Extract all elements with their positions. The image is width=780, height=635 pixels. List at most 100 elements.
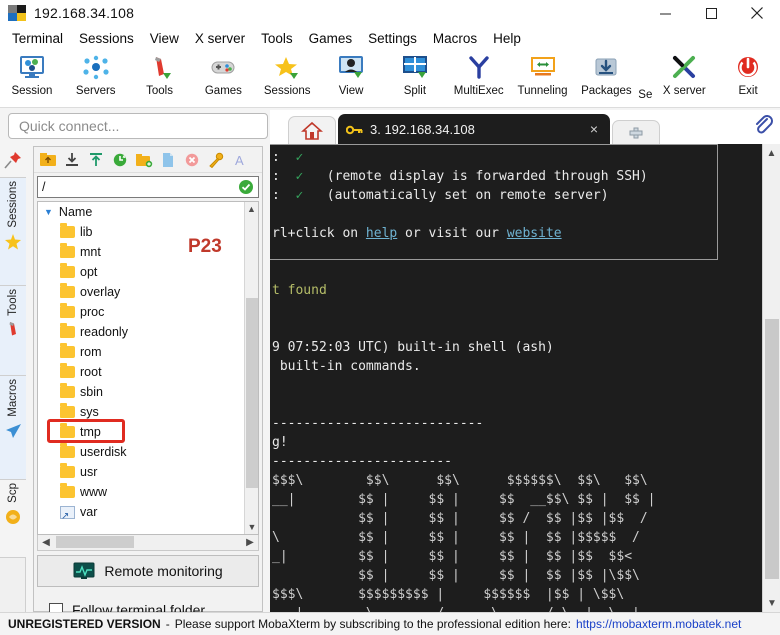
table-row[interactable]: root bbox=[38, 362, 258, 382]
terminal-scroll-thumb[interactable] bbox=[765, 319, 779, 579]
new-tab-button[interactable] bbox=[612, 120, 660, 144]
terminal-vertical-scrollbar[interactable]: ▲ ▼ bbox=[762, 144, 780, 612]
toolbar-tools[interactable]: Tools bbox=[128, 50, 192, 106]
status-bar: UNREGISTERED VERSION - Please support Mo… bbox=[0, 612, 780, 635]
scroll-thumb[interactable] bbox=[246, 298, 258, 488]
table-row-tmp[interactable]: tmp bbox=[38, 422, 258, 442]
table-row[interactable]: usr bbox=[38, 462, 258, 482]
session-tab[interactable]: 3. 192.168.34.108 × bbox=[338, 114, 610, 144]
toolbar-tunneling[interactable]: Tunneling bbox=[511, 50, 575, 106]
menu-games[interactable]: Games bbox=[301, 29, 361, 48]
toolbar-xserver[interactable]: X server bbox=[652, 50, 716, 106]
toolbar-games[interactable]: Games bbox=[191, 50, 255, 106]
file-path-input[interactable]: / bbox=[37, 176, 259, 198]
menu-help[interactable]: Help bbox=[485, 29, 529, 48]
column-header-name: Name bbox=[58, 205, 93, 219]
file-tree-header[interactable]: ▼ Name bbox=[38, 202, 258, 222]
file-tree-vertical-scrollbar[interactable]: ▲ ▼ bbox=[244, 202, 258, 534]
terminal-output[interactable]: : ✓: ✓ (remote display is forwarded thro… bbox=[270, 144, 762, 612]
toolbar-servers-label: Servers bbox=[75, 85, 116, 97]
status-link[interactable]: https://mobaxterm.mobatek.net bbox=[576, 617, 741, 631]
home-tab[interactable] bbox=[288, 116, 336, 144]
permissions-icon[interactable] bbox=[205, 149, 227, 171]
folder-icon bbox=[60, 463, 75, 478]
terminal-line: __| $$ | $$ | $$ __$$\ $$ | $$ | bbox=[272, 492, 656, 507]
sidebar-pin[interactable] bbox=[0, 142, 26, 178]
table-row[interactable]: userdisk bbox=[38, 442, 258, 462]
home-icon bbox=[301, 121, 323, 140]
toolbar-packages[interactable]: Packages bbox=[574, 50, 638, 106]
table-row[interactable]: var bbox=[38, 502, 258, 522]
terminal-scroll-down-icon[interactable]: ▼ bbox=[763, 594, 780, 612]
table-row[interactable]: proc bbox=[38, 302, 258, 322]
delete-icon[interactable] bbox=[181, 149, 203, 171]
ok-icon[interactable] bbox=[238, 179, 254, 195]
table-row[interactable]: opt bbox=[38, 262, 258, 282]
menu-xserver[interactable]: X server bbox=[187, 29, 253, 48]
new-folder-icon[interactable] bbox=[133, 149, 155, 171]
table-row[interactable]: rom bbox=[38, 342, 258, 362]
menu-terminal[interactable]: Terminal bbox=[4, 29, 71, 48]
table-row[interactable]: sbin bbox=[38, 382, 258, 402]
remote-monitoring-button[interactable]: Remote monitoring bbox=[37, 555, 259, 587]
refresh-icon[interactable] bbox=[109, 149, 131, 171]
toolbar-split[interactable]: Split bbox=[383, 50, 447, 106]
toolbar-servers[interactable]: Servers bbox=[64, 50, 128, 106]
parent-folder-icon[interactable] bbox=[37, 149, 59, 171]
file-tree[interactable]: ▼ Name lib mnt opt overlay proc readonly… bbox=[37, 201, 259, 535]
maximize-button[interactable] bbox=[688, 0, 734, 26]
new-file-icon[interactable] bbox=[157, 149, 179, 171]
toolbar-exit[interactable]: Exit bbox=[716, 50, 780, 106]
menu-macros[interactable]: Macros bbox=[425, 29, 485, 48]
toolbar-multiexec[interactable]: MultiExec bbox=[447, 50, 511, 106]
menu-tools[interactable]: Tools bbox=[253, 29, 301, 48]
terminal-line: \ $$ | $$ | $$ | $$ |$$$$$ / bbox=[272, 530, 640, 545]
file-tree-horizontal-scrollbar[interactable]: ◀ ▶ bbox=[37, 535, 259, 551]
toolbar-view[interactable]: View bbox=[319, 50, 383, 106]
close-icon[interactable]: × bbox=[586, 121, 602, 137]
scroll-up-icon[interactable]: ▲ bbox=[245, 202, 258, 216]
xserver-icon bbox=[670, 53, 698, 83]
mobaxterm-window: 192.168.34.108 Terminal Sessions View X … bbox=[0, 0, 780, 635]
terminal-line: rl+click on help or visit our website bbox=[272, 226, 562, 241]
table-row[interactable]: overlay bbox=[38, 282, 258, 302]
table-row[interactable]: lib bbox=[38, 222, 258, 242]
download-icon[interactable] bbox=[61, 149, 83, 171]
star-icon bbox=[4, 231, 22, 253]
close-button[interactable] bbox=[734, 0, 780, 26]
toolbar-multiexec-label: MultiExec bbox=[453, 85, 504, 97]
toolbar-session[interactable]: Session bbox=[0, 50, 64, 106]
scroll-left-icon[interactable]: ◀ bbox=[38, 537, 54, 548]
file-name: var bbox=[80, 505, 98, 519]
table-row[interactable]: readonly bbox=[38, 322, 258, 342]
table-row[interactable]: mnt bbox=[38, 242, 258, 262]
file-name: sbin bbox=[80, 385, 103, 399]
text-mode-icon[interactable]: A bbox=[229, 149, 251, 171]
exit-icon bbox=[734, 53, 762, 83]
quick-connect-input[interactable]: Quick connect... bbox=[8, 113, 268, 139]
scroll-thumb-horizontal[interactable] bbox=[56, 536, 134, 548]
sidebar-tab-scp[interactable]: Scp bbox=[0, 480, 26, 558]
table-row[interactable]: www bbox=[38, 482, 258, 502]
terminal-scroll-up-icon[interactable]: ▲ bbox=[763, 144, 780, 162]
attach-button[interactable] bbox=[752, 113, 774, 140]
upload-icon[interactable] bbox=[85, 149, 107, 171]
menu-view[interactable]: View bbox=[142, 29, 187, 48]
folder-icon bbox=[60, 403, 75, 418]
file-browser-panel: A / ▼ Name lib mnt opt overlay proc read… bbox=[33, 146, 263, 618]
menu-sessions[interactable]: Sessions bbox=[71, 29, 142, 48]
sidebar-tab-sessions[interactable]: Sessions bbox=[0, 178, 26, 286]
sidebar-tab-macros[interactable]: Macros bbox=[0, 376, 26, 480]
scroll-right-icon[interactable]: ▶ bbox=[242, 537, 258, 548]
servers-icon bbox=[82, 53, 110, 83]
sessions-star-icon bbox=[273, 53, 301, 83]
menu-settings[interactable]: Settings bbox=[360, 29, 425, 48]
minimize-button[interactable] bbox=[642, 0, 688, 26]
scroll-down-icon[interactable]: ▼ bbox=[245, 520, 258, 534]
terminal-line: 9 07:52:03 UTC) built-in shell (ash) bbox=[272, 340, 554, 355]
table-row[interactable]: sys bbox=[38, 402, 258, 422]
folder-icon bbox=[60, 303, 75, 318]
toolbar-sessions[interactable]: Sessions bbox=[255, 50, 319, 106]
sidebar-tab-tools[interactable]: Tools bbox=[0, 286, 26, 376]
